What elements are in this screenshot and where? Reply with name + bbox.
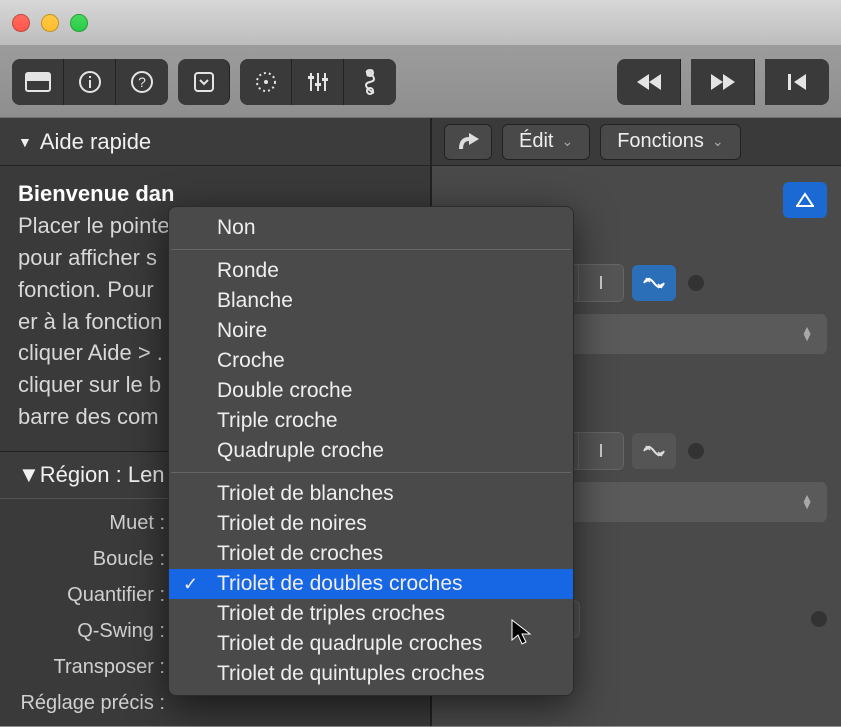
track-color-dot — [811, 611, 827, 627]
menu-item-off[interactable]: Non — [169, 213, 573, 243]
toolbar-menu-button[interactable] — [178, 59, 230, 105]
svg-text:?: ? — [138, 74, 146, 90]
menu-item-triolet-noires[interactable]: Triolet de noires — [169, 509, 573, 539]
menu-item-triolet-quintuples-croches[interactable]: Triolet de quintuples croches — [169, 659, 573, 689]
chevron-down-icon: ⌄ — [561, 133, 573, 150]
rewind-button[interactable] — [617, 59, 681, 105]
go-to-start-button[interactable] — [765, 59, 829, 105]
functions-menu-label: Fonctions — [617, 130, 704, 153]
functions-menu[interactable]: Fonctions ⌄ — [600, 124, 740, 160]
menu-item-triolet-triples-croches[interactable]: Triolet de triples croches — [169, 599, 573, 629]
param-label: Boucle : — [0, 548, 175, 571]
library-button[interactable] — [12, 59, 64, 105]
view-toggle-button[interactable] — [783, 182, 827, 218]
menu-item-quadruple-croche[interactable]: Quadruple croche — [169, 436, 573, 466]
checkmark-icon: ✓ — [183, 574, 198, 595]
flex-button[interactable] — [632, 265, 676, 301]
transport-controls — [617, 59, 829, 105]
inspector-button[interactable] — [64, 59, 116, 105]
traffic-lights — [12, 14, 88, 32]
main-toolbar: ? — [0, 46, 841, 118]
menu-separator — [171, 249, 571, 250]
input-monitor-button[interactable]: I — [579, 265, 623, 301]
quickhelp-text: Placer le pointe pour afficher s fonctio… — [18, 213, 170, 429]
smart-controls-button[interactable] — [240, 59, 292, 105]
track-color-dot — [688, 443, 704, 459]
menu-item-triolet-quadruple-croches[interactable]: Triolet de quadruple croches — [169, 629, 573, 659]
quickhelp-bold-line: Bienvenue dan — [18, 181, 174, 206]
track-color-dot — [688, 275, 704, 291]
updown-stepper-icon: ▲▼ — [801, 495, 813, 509]
forward-button[interactable] — [691, 59, 755, 105]
region-title: Région : Len — [40, 462, 165, 488]
edit-menu[interactable]: Édit ⌄ — [502, 124, 590, 160]
close-window-button[interactable] — [12, 14, 30, 32]
quickhelp-header[interactable]: ▼ Aide rapide — [0, 118, 430, 166]
edit-menu-label: Édit — [519, 130, 553, 153]
menu-item-triple-croche[interactable]: Triple croche — [169, 406, 573, 436]
param-label: Q-Swing : — [0, 620, 175, 643]
updown-stepper-icon: ▲▼ — [801, 327, 813, 341]
param-label: Transposer : — [0, 656, 175, 679]
minimize-window-button[interactable] — [41, 14, 59, 32]
quickhelp-button[interactable]: ? — [116, 59, 168, 105]
catch-playhead-button[interactable] — [444, 124, 492, 160]
menu-separator — [171, 472, 571, 473]
disclosure-triangle-icon: ▼ — [18, 134, 32, 150]
quickhelp-title: Aide rapide — [40, 129, 151, 155]
param-label: Muet : — [0, 512, 175, 535]
menu-item-noire[interactable]: Noire — [169, 316, 573, 346]
menu-item-triolet-croches[interactable]: Triolet de croches — [169, 539, 573, 569]
menu-item-triolet-doubles-croches[interactable]: ✓Triolet de doubles croches — [169, 569, 573, 599]
menu-item-blanche[interactable]: Blanche — [169, 286, 573, 316]
menu-item-croche[interactable]: Croche — [169, 346, 573, 376]
window-titlebar — [0, 0, 841, 46]
input-monitor-button[interactable]: I — [579, 433, 623, 469]
flex-button[interactable] — [632, 433, 676, 469]
menu-item-triolet-blanches[interactable]: Triolet de blanches — [169, 479, 573, 509]
tool-buttons-group — [240, 59, 396, 105]
menu-item-double-croche[interactable]: Double croche — [169, 376, 573, 406]
editors-button[interactable] — [344, 59, 396, 105]
editor-menubar: Édit ⌄ Fonctions ⌄ — [432, 118, 841, 166]
zoom-window-button[interactable] — [70, 14, 88, 32]
quantize-menu: Non Ronde Blanche Noire Croche Double cr… — [168, 206, 574, 696]
param-label: Réglage précis : — [0, 692, 175, 715]
param-label: Quantifier : — [0, 584, 175, 607]
view-buttons-group: ? — [12, 59, 168, 105]
mixer-button[interactable] — [292, 59, 344, 105]
chevron-down-icon: ⌄ — [712, 133, 724, 150]
menu-item-ronde[interactable]: Ronde — [169, 256, 573, 286]
disclosure-triangle-icon: ▼ — [18, 462, 40, 488]
